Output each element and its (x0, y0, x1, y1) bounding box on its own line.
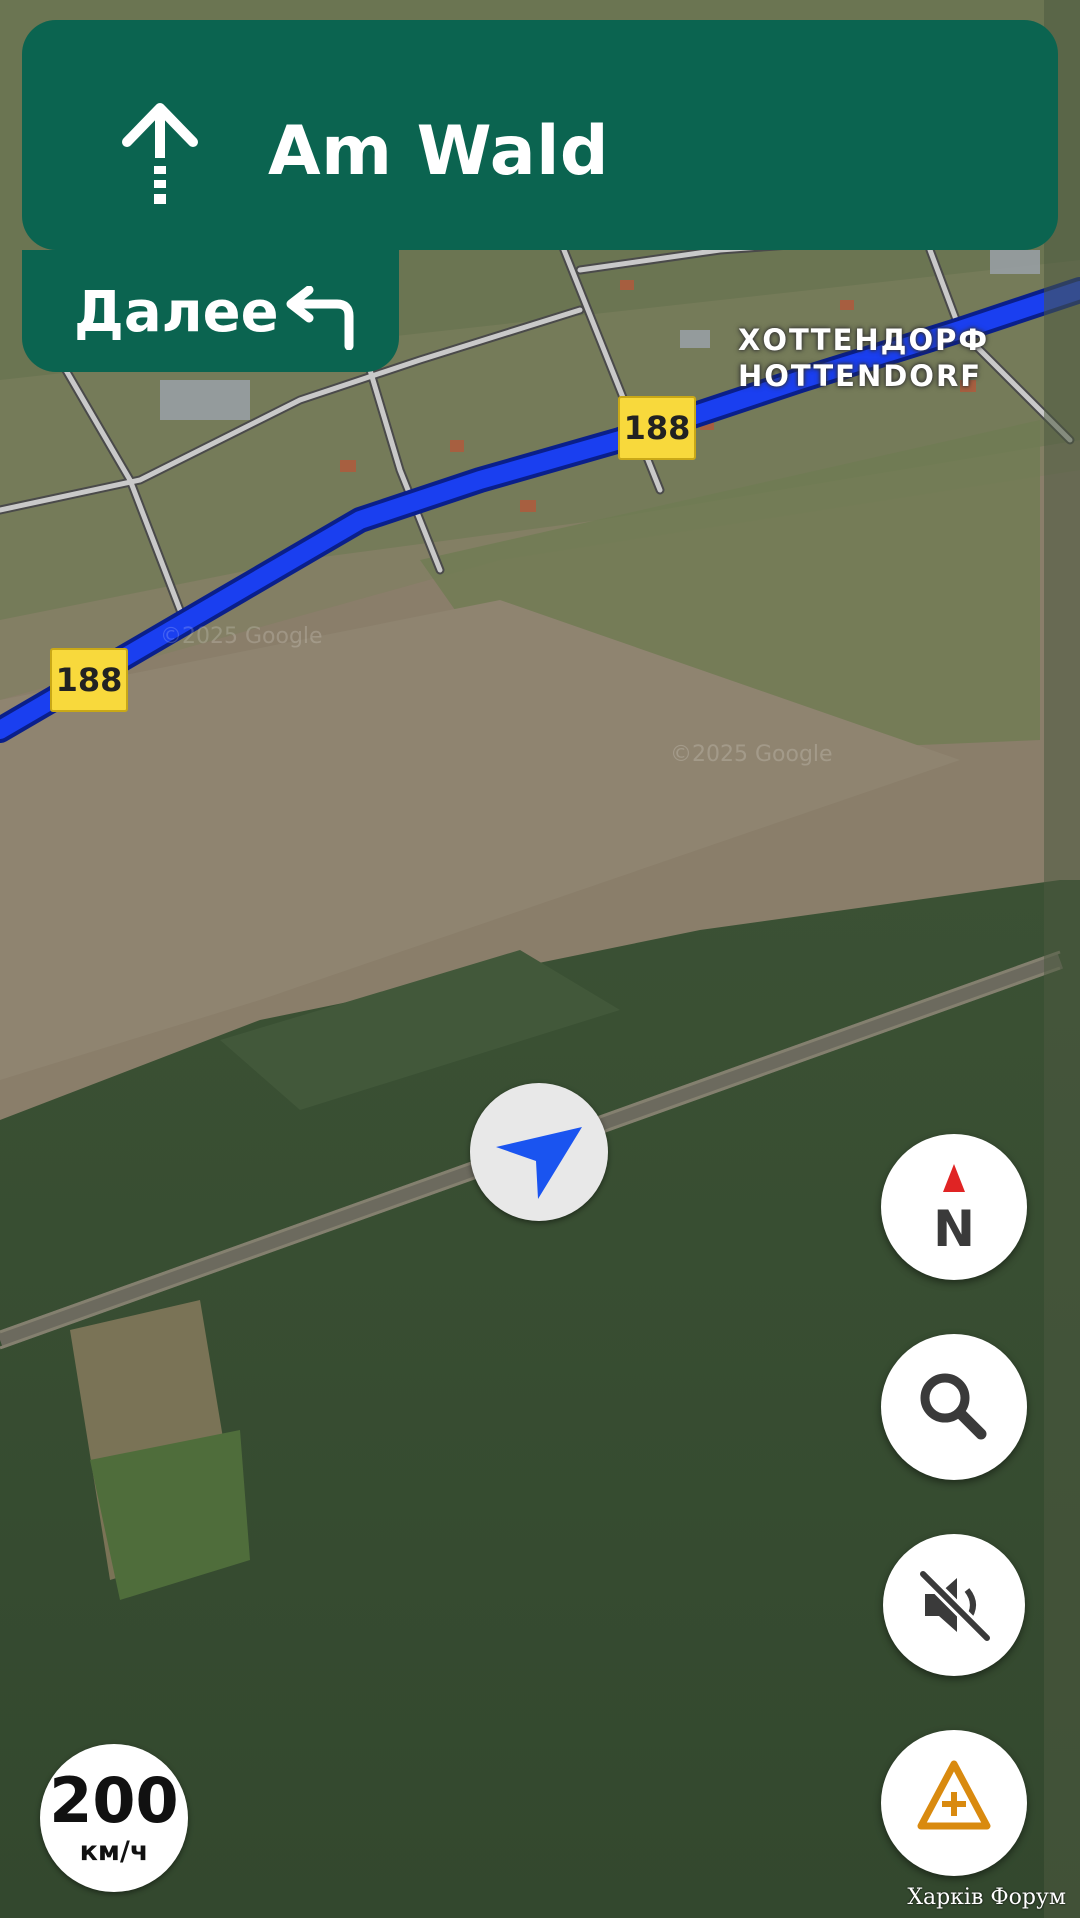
search-button[interactable] (881, 1334, 1027, 1480)
road-shield: 188 (618, 396, 696, 460)
navigation-arrow-icon (496, 1127, 582, 1199)
speed-unit: км/ч (79, 1836, 149, 1867)
compass-letter: N (933, 1200, 975, 1258)
current-location-puck (470, 1083, 608, 1221)
place-label-line2: HOTTENDORF (738, 359, 983, 393)
sound-off-icon (918, 1569, 992, 1643)
compass-icon: N (933, 1164, 975, 1258)
watermark: Харків Форум (907, 1885, 1066, 1910)
turn-left-arrow-icon (286, 286, 354, 350)
report-incident-icon (917, 1760, 991, 1830)
next-maneuver-panel[interactable]: Далее (22, 250, 399, 372)
next-label: Далее (74, 280, 279, 345)
street-name: Am Wald (268, 112, 610, 191)
speed-indicator: 200 км/ч (40, 1744, 188, 1892)
navigation-banner[interactable]: Am Wald (22, 20, 1058, 250)
place-label-line1: ХОТТЕНДОРФ (738, 323, 990, 357)
search-icon (920, 1373, 987, 1440)
speed-value: 200 (49, 1764, 179, 1837)
mute-button[interactable] (883, 1534, 1025, 1676)
map-copyright: ©2025 Google (160, 624, 323, 649)
road-shield: 188 (50, 648, 128, 712)
place-label: ХОТТЕНДОРФ HOTTENDORF (738, 322, 990, 394)
compass-button[interactable]: N (881, 1134, 1027, 1280)
straight-arrow-icon (122, 103, 198, 204)
report-incident-button[interactable] (881, 1730, 1027, 1876)
map-copyright: ©2025 Google (670, 742, 833, 767)
